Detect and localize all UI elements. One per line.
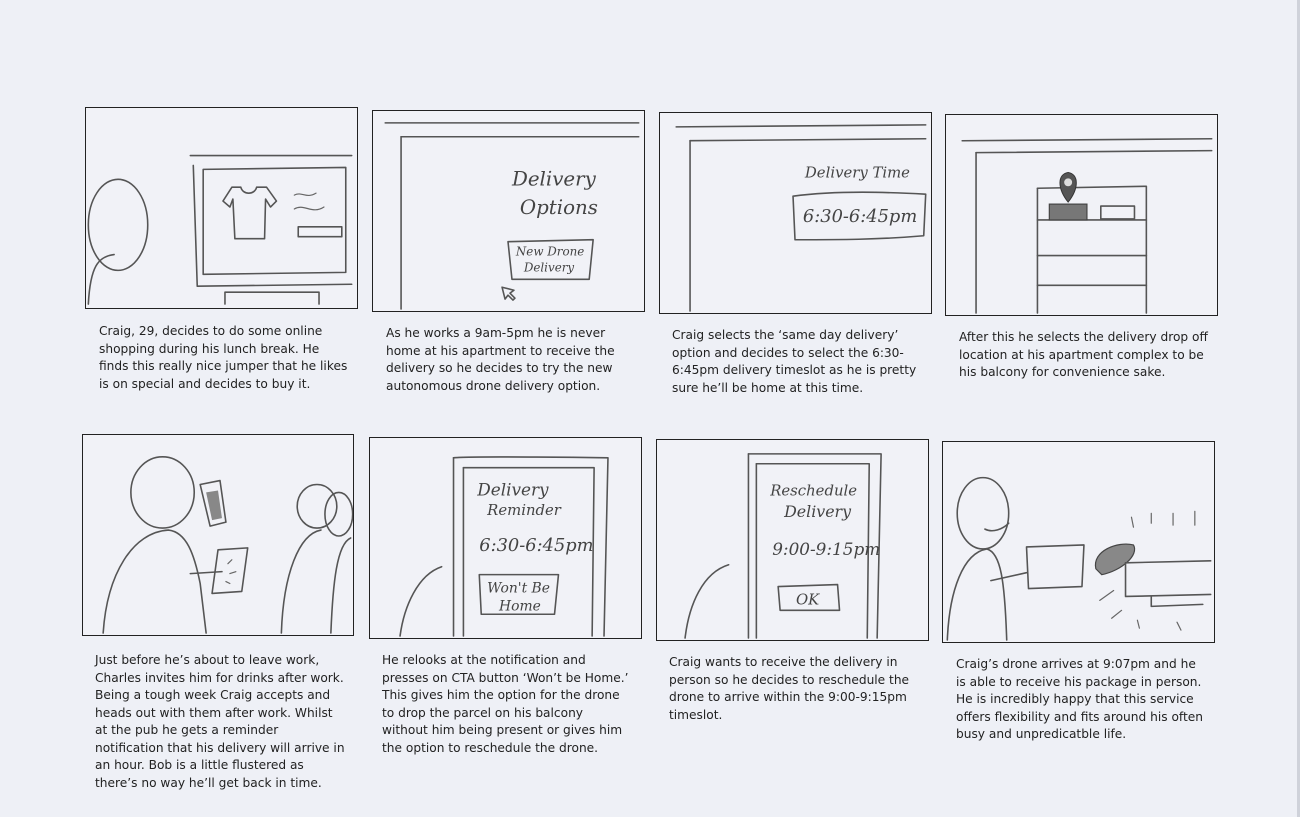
sketch-delivery-options: Delivery Options New Drone Delivery (384, 122, 640, 310)
sketch-delivery-reminder: Delivery Reminder 6:30-6:45pm Won't Be H… (399, 456, 609, 637)
panel-2-caption: As he works a 9am-5pm he is never home a… (386, 326, 615, 393)
storyboard-panel-4 (945, 114, 1218, 316)
sketch-text-reminder-delivery: Delivery (476, 479, 549, 499)
sketch-text-options: Options (520, 196, 598, 219)
sketch-text-delivery-btn: Delivery (523, 260, 575, 274)
sketch-text-timeslot: 6:30-6:45pm (803, 206, 917, 227)
storyboard-panel-7: Reschedule Delivery 9:00-9:15pm OK (656, 439, 929, 641)
sketch-reschedule: Reschedule Delivery 9:00-9:15pm OK (684, 453, 882, 639)
panel-7-caption: Craig wants to receive the delivery in p… (669, 655, 910, 722)
panel-8-caption: Craig’s drone arrives at 9:07pm and he i… (956, 657, 1203, 741)
sketch-drone-arrival (946, 476, 1212, 641)
sketch-text-wont-be: Won't Be (487, 580, 550, 596)
sketch-text-reminder-slot: 6:30-6:45pm (479, 535, 593, 556)
sketch-text-new-slot: 9:00-9:15pm (772, 539, 880, 559)
sketch-shopping (87, 154, 353, 305)
sketch-text-delivery: Delivery (511, 167, 597, 190)
sketch-text-reminder: Reminder (486, 501, 562, 519)
sketch-delivery-time: Delivery Time 6:30-6:45pm (675, 124, 927, 312)
sketch-text-delivery-time: Delivery Time (804, 163, 910, 181)
panel-4-caption: After this he selects the delivery drop … (959, 330, 1208, 379)
sketch-pub-notification (102, 455, 353, 634)
storyboard-panel-1 (85, 107, 358, 309)
storyboard-panel-3: Delivery Time 6:30-6:45pm (659, 112, 932, 314)
sketch-text-new-drone: New Drone (515, 245, 584, 259)
sketch-text-reschedule-delivery: Delivery (783, 502, 852, 521)
storyboard-panel-8 (942, 441, 1215, 643)
panel-3-caption: Craig selects the ‘same day delivery’ op… (672, 328, 917, 395)
panel-6-caption: He relooks at the notification and press… (382, 653, 629, 755)
panel-5-caption: Just before he’s about to leave work, Ch… (95, 653, 345, 790)
sketch-text-reschedule: Reschedule (769, 481, 857, 499)
sketch-text-ok: OK (796, 590, 820, 608)
panel-1-caption: Craig, 29, decides to do some online sho… (99, 324, 348, 391)
sketch-drop-location (961, 137, 1213, 314)
storyboard-panel-2: Delivery Options New Drone Delivery (372, 110, 645, 312)
sketch-text-home: Home (498, 598, 541, 614)
storyboard-panel-6: Delivery Reminder 6:30-6:45pm Won't Be H… (369, 437, 642, 639)
storyboard-panel-5 (82, 434, 354, 636)
